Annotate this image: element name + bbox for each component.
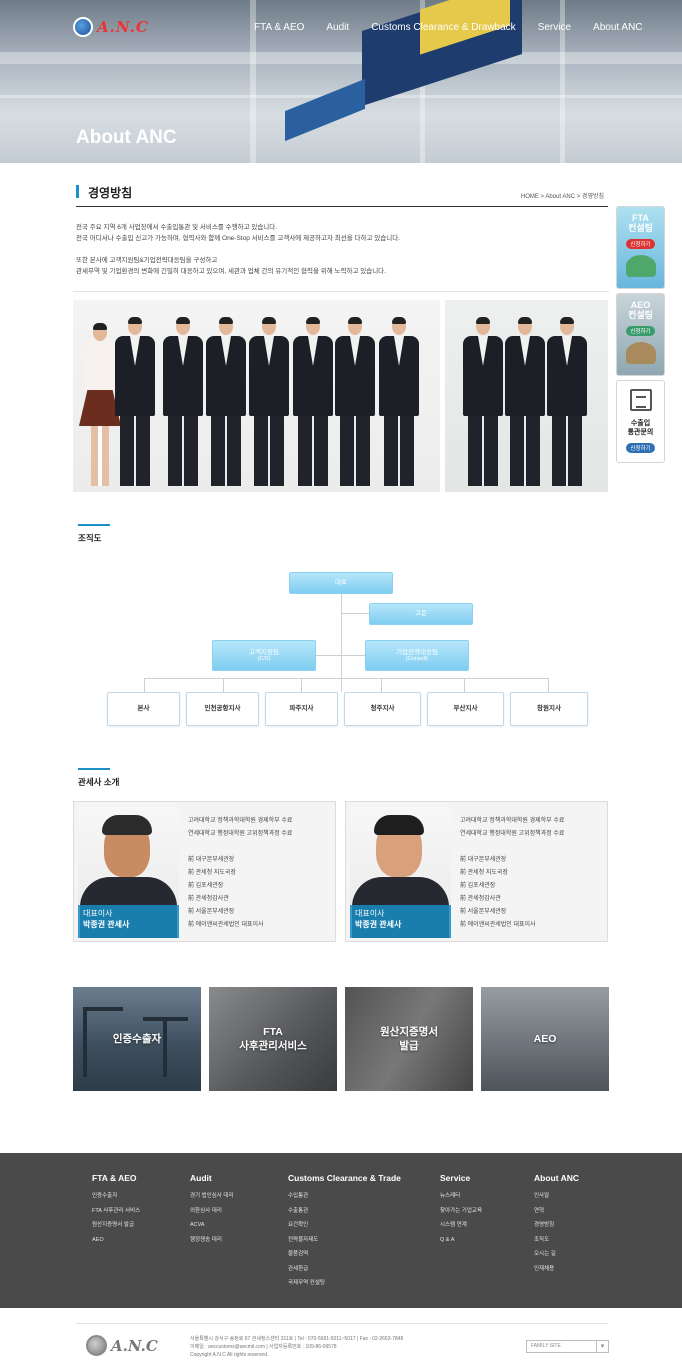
- broker-caption: 대표이사 박종권 관세사: [78, 905, 179, 938]
- breadcrumb: HOME > About ANC > 경영방침: [520, 194, 604, 200]
- footer-logo: A.N.C: [86, 1335, 158, 1356]
- apply-button[interactable]: 신청하기: [626, 239, 655, 249]
- chevron-down-icon: ▾: [596, 1341, 608, 1352]
- footer-col-audit: Audit 경기 법인심사 대리 외환심사 대리 ACVA 행정쟁송 대리: [190, 1173, 234, 1243]
- brokers-heading: 관세사 소개: [78, 768, 120, 787]
- branch-hq: 본사: [107, 692, 180, 726]
- customs-inquiry-banner[interactable]: 수출입 통관문의 신청하기: [616, 380, 665, 463]
- fta-consulting-banner[interactable]: FTA 컨설팅 신청하기: [616, 206, 665, 289]
- tile-fta-post-management[interactable]: FTA 사후관리서비스: [209, 987, 337, 1091]
- footer-col-customs: Customs Clearance & Trade 수입통관 수출통관 요건확인…: [288, 1173, 401, 1286]
- globe-icon: [73, 17, 93, 37]
- broker-card: 대표이사 박종권 관세사 고려대학교 정책과학대학원 경제학부 수료 연세대학교…: [73, 801, 336, 942]
- apply-button[interactable]: 신청하기: [626, 326, 655, 336]
- team-photo: [73, 300, 440, 492]
- nav-about[interactable]: About ANC: [593, 22, 642, 33]
- apply-button[interactable]: 신청하기: [626, 443, 655, 453]
- org-ceo: 대표: [289, 572, 393, 594]
- nav-service[interactable]: Service: [538, 22, 571, 33]
- footer-nav: FTA & AEO 인증수출자 FTA 사후관리 서비스 원산지증명서 발급 A…: [0, 1153, 682, 1308]
- tile-aeo[interactable]: AEO: [481, 987, 609, 1091]
- globe-icon: [86, 1335, 107, 1356]
- nav-audit[interactable]: Audit: [326, 22, 349, 33]
- tile-approved-exporter[interactable]: 인증수출자: [73, 987, 201, 1091]
- aeo-consulting-banner[interactable]: AEO 컨설팅 신청하기: [616, 293, 665, 376]
- family-site-select[interactable]: FAMILY SITE ▾: [526, 1340, 609, 1353]
- org-advisor: 고문: [369, 603, 473, 625]
- branch-incheon: 인천공항지사: [186, 692, 259, 726]
- branch-cheongju: 청주지사: [344, 692, 421, 726]
- broker-card: 대표이사 박종권 관세사 고려대학교 정책과학대학원 경제학부 수료 연세대학교…: [345, 801, 608, 942]
- logo-text: A.N.C: [97, 18, 149, 36]
- org-consult-team: 기업전략대응팀 (Consult): [365, 640, 469, 671]
- document-icon: [629, 389, 652, 411]
- footer-col-fta: FTA & AEO 인증수출자 FTA 사후관리 서비스 원산지증명서 발급 A…: [92, 1173, 141, 1243]
- tile-certificate-of-origin[interactable]: 원산지증명서 발급: [345, 987, 473, 1091]
- footer-bottom: A.N.C 서울특별시 강서구 송정로 67 관세청스센터 311호 | Tel…: [0, 1308, 682, 1372]
- main-nav: FTA & AEO Audit Customs Clearance & Draw…: [254, 22, 643, 33]
- org-chart: 대표 고문 고객지원팀 (C/S) 기업전략대응팀 (Consult) 본사 인…: [105, 570, 590, 730]
- footer-address: 서울특별시 강서구 송정로 67 관세청스센터 311호 | Tel : 070…: [190, 1336, 404, 1358]
- staff-photo: [445, 300, 608, 492]
- org-heading: 조직도: [78, 524, 111, 543]
- branch-busan: 부산지사: [427, 692, 504, 726]
- globe-coin-icon: [625, 255, 656, 277]
- org-cs-team: 고객지원팀 (C/S): [212, 640, 316, 671]
- footer-col-service: Service 뉴스레터 찾아가는 기업교육 시스템 연계 Q & A: [440, 1173, 483, 1243]
- page-header: 경영방침 HOME > About ANC > 경영방침: [76, 183, 608, 207]
- footer-col-about: About ANC 인사말 연혁 경영방침 조직도 오시는 길 인재채용: [534, 1173, 580, 1272]
- page-title: 경영방침: [88, 186, 133, 200]
- broker-caption: 대표이사 박종권 관세사: [350, 905, 451, 938]
- branch-changwon: 창원지사: [510, 692, 588, 726]
- nav-fta-aeo[interactable]: FTA & AEO: [254, 22, 304, 33]
- logo[interactable]: A.N.C: [73, 17, 149, 37]
- house-icon: [625, 342, 656, 364]
- broker-profile: 고려대학교 정책과학대학원 경제학부 수료 연세대학교 행정대학원 고위정책과정…: [188, 818, 293, 928]
- hero-banner: A.N.C FTA & AEO Audit Customs Clearance …: [0, 0, 682, 163]
- hero-title: About ANC: [76, 127, 177, 148]
- broker-profile: 고려대학교 정책과학대학원 경제학부 수료 연세대학교 행정대학원 고위정책과정…: [460, 818, 565, 928]
- intro-text: 전국 주요 지역 6개 사업장에서 수출입통관 및 서비스를 수행하고 있습니다…: [76, 224, 401, 275]
- nav-customs[interactable]: Customs Clearance & Drawback: [371, 22, 516, 33]
- branch-paju: 파주지사: [265, 692, 338, 726]
